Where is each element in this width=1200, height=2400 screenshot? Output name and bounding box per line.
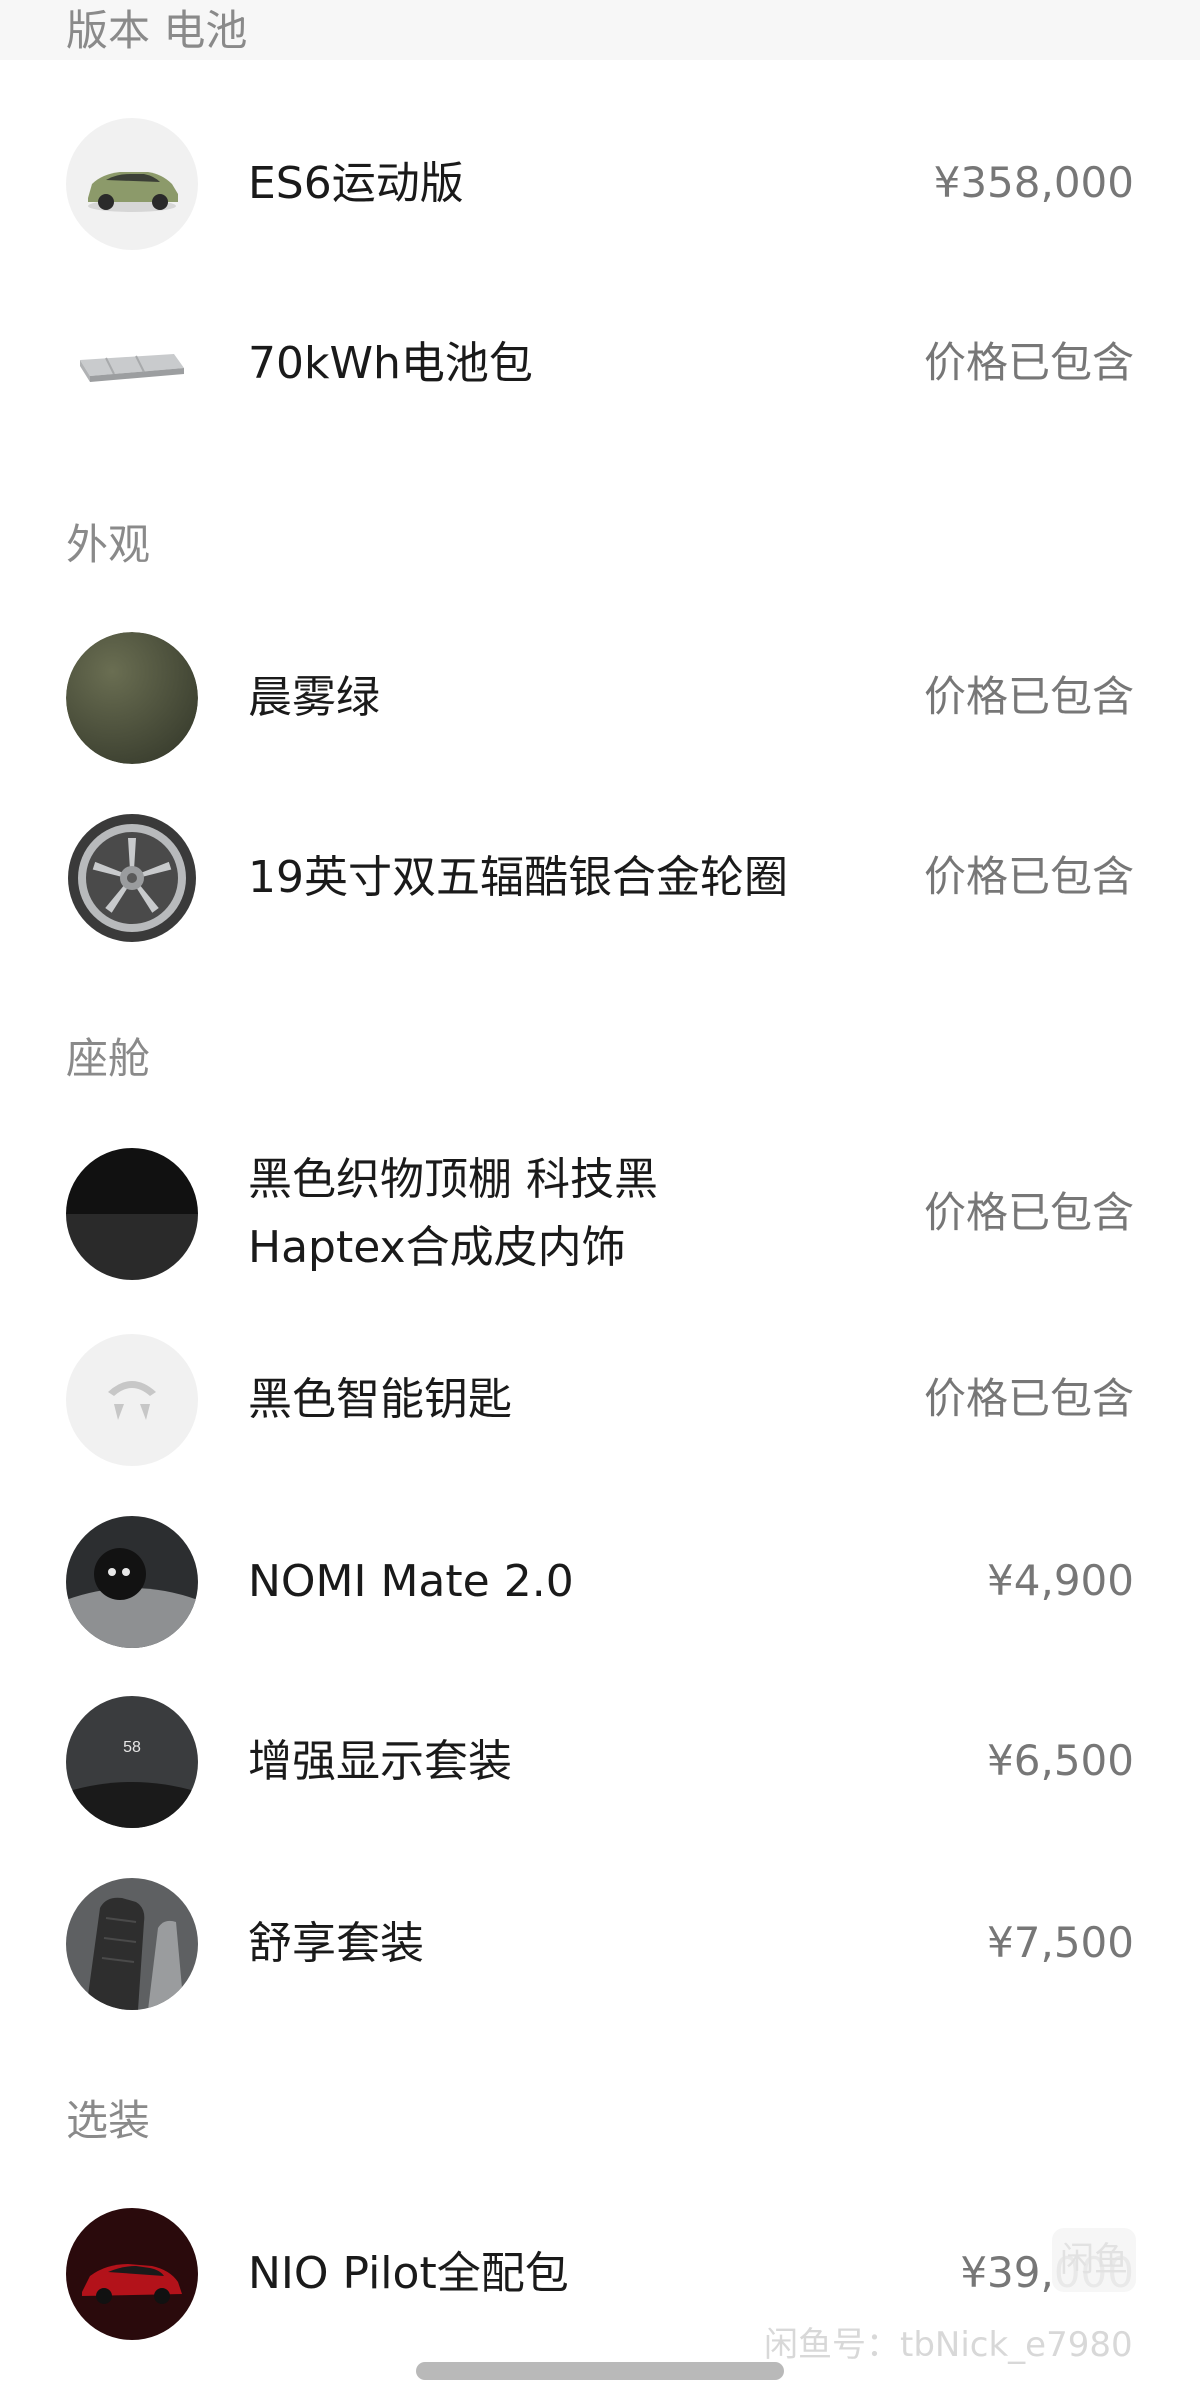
interior-swatch — [66, 1148, 198, 1280]
item-name: NIO Pilot全配包 — [248, 2248, 569, 2299]
list-item-battery[interactable]: 70kWh电池包 价格已包含 — [0, 294, 1200, 434]
list-item-comfort[interactable]: 舒享套装 ¥7,500 — [0, 1874, 1200, 2014]
item-name: 增强显示套装 — [248, 1736, 512, 1787]
section-title-exterior: 外观 — [66, 520, 151, 569]
item-name-line1: 黑色织物顶棚 科技黑 — [248, 1154, 658, 1205]
item-name: 70kWh电池包 — [248, 338, 533, 389]
list-item-model[interactable]: ES6运动版 ¥358,000 — [0, 114, 1200, 254]
paint-swatch — [66, 632, 198, 764]
list-item-wheels[interactable]: 19英寸双五辐酷银合金轮圈 价格已包含 — [0, 808, 1200, 948]
list-item-key[interactable]: 黑色智能钥匙 价格已包含 — [0, 1330, 1200, 1470]
item-price: ¥358,000 — [933, 158, 1134, 207]
section-title-cabin: 座舱 — [66, 1034, 151, 1083]
home-indicator[interactable] — [416, 2362, 784, 2380]
item-price: ¥7,500 — [987, 1918, 1134, 1967]
item-price: ¥6,500 — [987, 1736, 1134, 1785]
nomi-robot-image — [66, 1516, 198, 1648]
list-item-paint[interactable]: 晨雾绿 价格已包含 — [0, 628, 1200, 768]
item-price: 价格已包含 — [923, 852, 1134, 901]
item-price: 价格已包含 — [923, 338, 1134, 387]
watermark-text: 闲鱼号：tbNick_e7980 — [764, 2325, 1133, 2365]
hud-speed-text: 58 — [123, 1739, 141, 1756]
list-item-display[interactable]: 58 增强显示套装 ¥6,500 — [0, 1692, 1200, 1832]
list-item-nomi[interactable]: NOMI Mate 2.0 ¥4,900 — [0, 1512, 1200, 1652]
wheel-image — [66, 812, 198, 944]
item-price: ¥4,900 — [987, 1556, 1134, 1605]
section-title-optional: 选装 — [66, 2096, 151, 2145]
item-price: 价格已包含 — [923, 1374, 1134, 1423]
car-image — [66, 118, 198, 250]
item-name: 舒享套装 — [248, 1918, 424, 1969]
section-title-version-battery: 版本 电池 — [66, 6, 248, 55]
item-name: 黑色智能钥匙 — [248, 1374, 512, 1425]
battery-pack-image — [66, 298, 198, 430]
item-price: 价格已包含 — [923, 672, 1134, 721]
watermark-logo: 闲鱼 — [1052, 2228, 1136, 2292]
seat-image — [66, 1878, 198, 2010]
red-car-image — [66, 2208, 198, 2340]
item-name: 晨雾绿 — [248, 672, 380, 723]
list-item-interior[interactable]: 黑色织物顶棚 科技黑 Haptex合成皮内饰 价格已包含 — [0, 1144, 1200, 1294]
hud-display-image: 58 — [66, 1696, 198, 1828]
item-name: NOMI Mate 2.0 — [248, 1556, 574, 1607]
item-name-line2: Haptex合成皮内饰 — [248, 1222, 626, 1273]
item-name: 19英寸双五辐酷银合金轮圈 — [248, 852, 788, 903]
item-price: 价格已包含 — [923, 1188, 1134, 1237]
nio-logo — [66, 1334, 198, 1466]
item-name: ES6运动版 — [248, 158, 464, 209]
